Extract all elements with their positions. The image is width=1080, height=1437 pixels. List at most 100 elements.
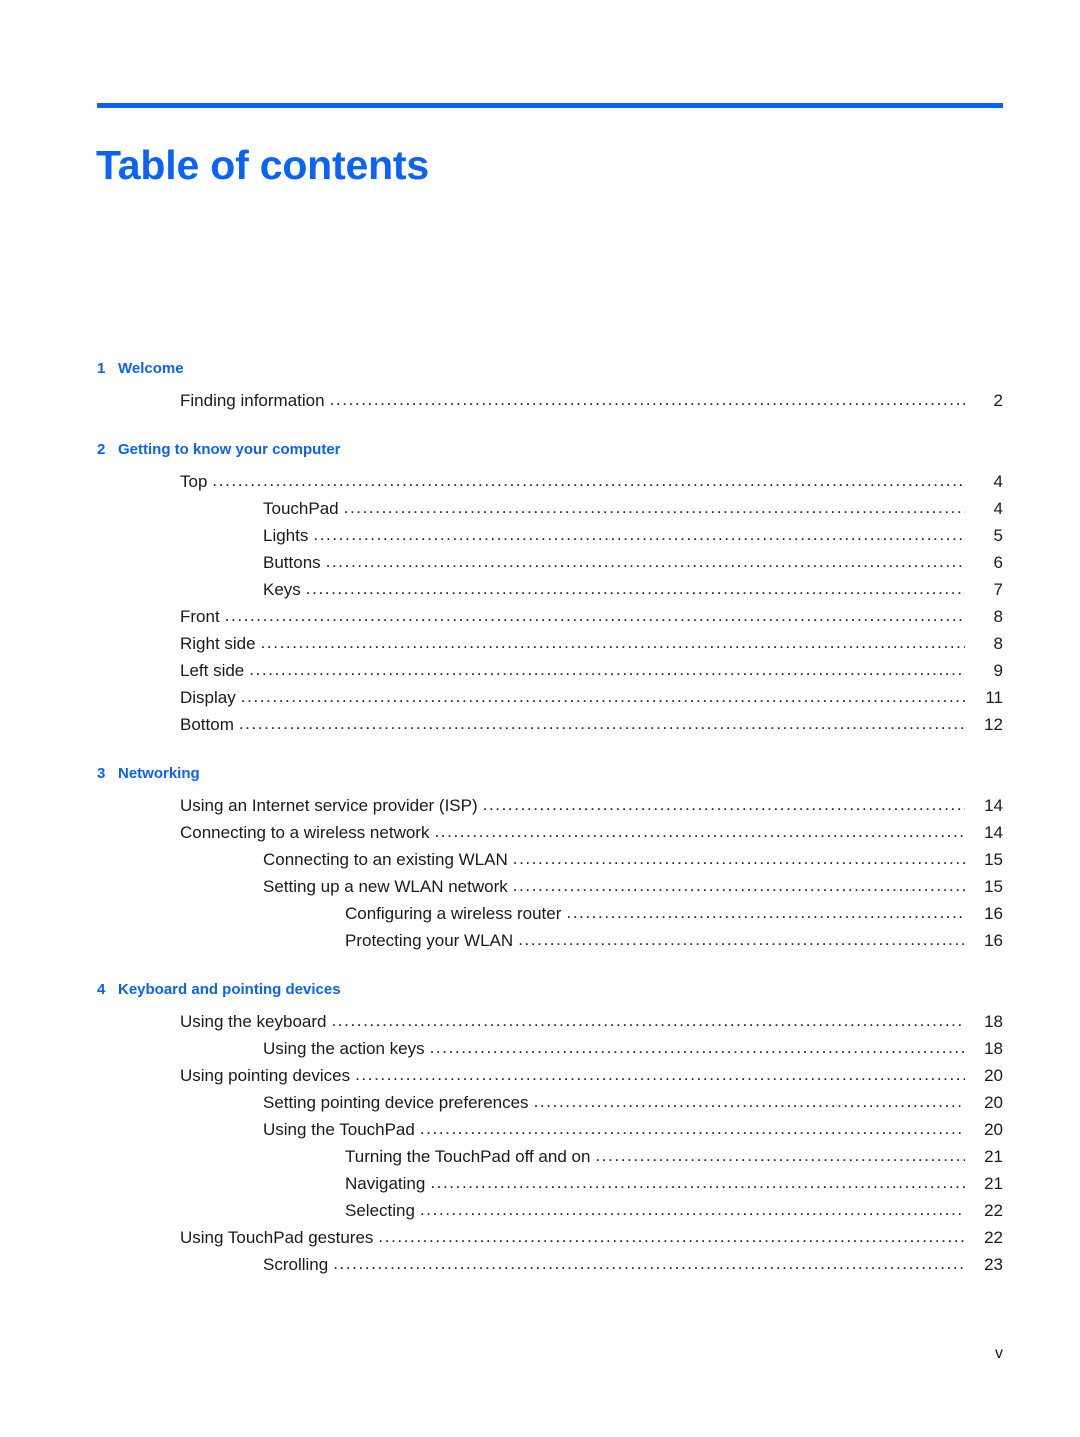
toc-entry[interactable]: Bottom..................................…	[0, 711, 1080, 738]
toc-entry-label: Protecting your WLAN	[345, 931, 514, 950]
toc-entry[interactable]: Navigating..............................…	[0, 1170, 1080, 1197]
toc-entry[interactable]: Using the TouchPad......................…	[0, 1116, 1080, 1143]
toc-entry[interactable]: Keys....................................…	[0, 576, 1080, 603]
toc-dot-leader: ........................................…	[512, 876, 965, 895]
toc-entry-label: Using an Internet service provider (ISP)	[180, 796, 478, 815]
toc-entry-page-number: 20	[984, 1120, 1003, 1139]
toc-dot-leader: ........................................…	[238, 714, 965, 733]
toc-entry[interactable]: Using TouchPad gestures.................…	[0, 1224, 1080, 1251]
toc-entry[interactable]: Using the keyboard......................…	[0, 1008, 1080, 1035]
toc-entry[interactable]: Lights..................................…	[0, 522, 1080, 549]
toc-entry[interactable]: Using an Internet service provider (ISP)…	[0, 792, 1080, 819]
toc-chapter-title: Getting to know your computer	[118, 441, 341, 458]
toc-entry[interactable]: Connecting to a wireless network........…	[0, 819, 1080, 846]
toc-dot-leader: ........................................…	[429, 1038, 965, 1057]
toc-entry-label: Using the keyboard	[180, 1012, 327, 1031]
toc-entry-label: Left side	[180, 661, 245, 680]
toc-entry[interactable]: Left side...............................…	[0, 657, 1080, 684]
toc-chapter-title: Welcome	[118, 360, 184, 377]
toc-entry[interactable]: Front...................................…	[0, 603, 1080, 630]
toc-chapter-heading[interactable]: 4 Keyboard and pointing devices	[0, 981, 1080, 1008]
toc-dot-leader: ........................................…	[313, 525, 965, 544]
toc-dot-leader: ........................................…	[224, 606, 965, 625]
toc-entry-page-number: 7	[993, 580, 1003, 599]
toc-chapter-heading[interactable]: 3 Networking	[0, 765, 1080, 792]
toc-entry-page-number: 5	[993, 526, 1003, 545]
toc-chapter-heading[interactable]: 1 Welcome	[0, 360, 1080, 387]
toc-entry[interactable]: Scrolling...............................…	[0, 1251, 1080, 1278]
toc-entry-page-number: 18	[984, 1012, 1003, 1031]
toc-entry-label: Top	[180, 472, 208, 491]
toc-entry-label: Setting up a new WLAN network	[263, 877, 508, 896]
toc-entry-page-number: 20	[984, 1093, 1003, 1112]
toc-dot-leader: ........................................…	[482, 795, 965, 814]
toc-entry[interactable]: Buttons.................................…	[0, 549, 1080, 576]
toc-entry[interactable]: Connecting to an existing WLAN..........…	[0, 846, 1080, 873]
toc-dot-leader: ........................................…	[249, 660, 965, 679]
toc-entry-label: TouchPad	[263, 499, 339, 518]
toc-entry-label: Turning the TouchPad off and on	[345, 1147, 591, 1166]
toc-dot-leader: ........................................…	[533, 1092, 965, 1111]
toc-entry-page-number: 21	[984, 1174, 1003, 1193]
toc-entry[interactable]: Setting up a new WLAN network...........…	[0, 873, 1080, 900]
toc-chapter: 2 Getting to know your computer Top.......…	[0, 441, 1080, 738]
toc-entry-label: Using the TouchPad	[263, 1120, 415, 1139]
toc-entry-page-number: 8	[993, 607, 1003, 626]
toc-entry-page-number: 20	[984, 1066, 1003, 1085]
toc-entry-label: Front	[180, 607, 220, 626]
toc-entry[interactable]: TouchPad................................…	[0, 495, 1080, 522]
toc-entry[interactable]: Turning the TouchPad off and on.........…	[0, 1143, 1080, 1170]
toc-dot-leader: ........................................…	[329, 390, 965, 409]
toc-entry-label: Finding information	[180, 391, 325, 410]
toc-chapter-number: 4	[97, 981, 106, 998]
toc-dot-leader: ........................................…	[518, 930, 965, 949]
toc-entry-page-number: 9	[993, 661, 1003, 680]
toc-entry[interactable]: Display.................................…	[0, 684, 1080, 711]
toc-chapter-number: 2	[97, 441, 106, 458]
toc-dot-leader: ........................................…	[566, 903, 965, 922]
toc-entry-label: Scrolling	[263, 1255, 329, 1274]
toc-entry[interactable]: Setting pointing device preferences.....…	[0, 1089, 1080, 1116]
toc-entry-page-number: 22	[984, 1201, 1003, 1220]
toc-entry-page-number: 6	[993, 553, 1003, 572]
toc-entry[interactable]: Selecting...............................…	[0, 1197, 1080, 1224]
toc-entry-label: Connecting to a wireless network	[180, 823, 430, 842]
toc-entry[interactable]: Protecting your WLAN....................…	[0, 927, 1080, 954]
toc-entry[interactable]: Using the action keys...................…	[0, 1035, 1080, 1062]
toc-dot-leader: ........................................…	[331, 1011, 965, 1030]
toc-entry-page-number: 8	[993, 634, 1003, 653]
toc-entry[interactable]: Using pointing devices..................…	[0, 1062, 1080, 1089]
toc-chapter: 3 Networking Using an Internet service pro…	[0, 765, 1080, 954]
toc-entry-page-number: 14	[984, 796, 1003, 815]
toc-chapter-number: 1	[97, 360, 106, 377]
toc-entry-label: Using the action keys	[263, 1039, 425, 1058]
toc-entry-label: Right side	[180, 634, 256, 653]
toc-entry-label: Keys	[263, 580, 301, 599]
toc-entry-page-number: 4	[993, 499, 1003, 518]
toc-entry-page-number: 16	[984, 931, 1003, 950]
toc-dot-leader: ........................................…	[512, 849, 965, 868]
toc-entry-page-number: 15	[984, 850, 1003, 869]
toc-chapter-title: Networking	[118, 765, 200, 782]
toc-entry-label: Navigating	[345, 1174, 426, 1193]
toc-entry-page-number: 21	[984, 1147, 1003, 1166]
title-divider-rule	[97, 103, 1003, 108]
toc-dot-leader: ........................................…	[355, 1065, 965, 1084]
toc-entry-page-number: 23	[984, 1255, 1003, 1274]
toc-entry[interactable]: Right side..............................…	[0, 630, 1080, 657]
toc-entry-label: Setting pointing device preferences	[263, 1093, 529, 1112]
page-folio: v	[995, 1345, 1003, 1362]
toc-chapter: 4 Keyboard and pointing devices Using the …	[0, 981, 1080, 1278]
toc-chapter-heading[interactable]: 2 Getting to know your computer	[0, 441, 1080, 468]
toc-entry-page-number: 18	[984, 1039, 1003, 1058]
toc-entry-page-number: 16	[984, 904, 1003, 923]
toc-dot-leader: ........................................…	[240, 687, 965, 706]
toc-dot-leader: ........................................…	[419, 1119, 965, 1138]
toc-dot-leader: ........................................…	[343, 498, 965, 517]
toc-entry[interactable]: Top.....................................…	[0, 468, 1080, 495]
toc-entry-page-number: 14	[984, 823, 1003, 842]
toc-entry[interactable]: Finding information.....................…	[0, 387, 1080, 414]
toc-entry-page-number: 4	[993, 472, 1003, 491]
toc-entry[interactable]: Configuring a wireless router...........…	[0, 900, 1080, 927]
toc-dot-leader: ........................................…	[305, 579, 965, 598]
